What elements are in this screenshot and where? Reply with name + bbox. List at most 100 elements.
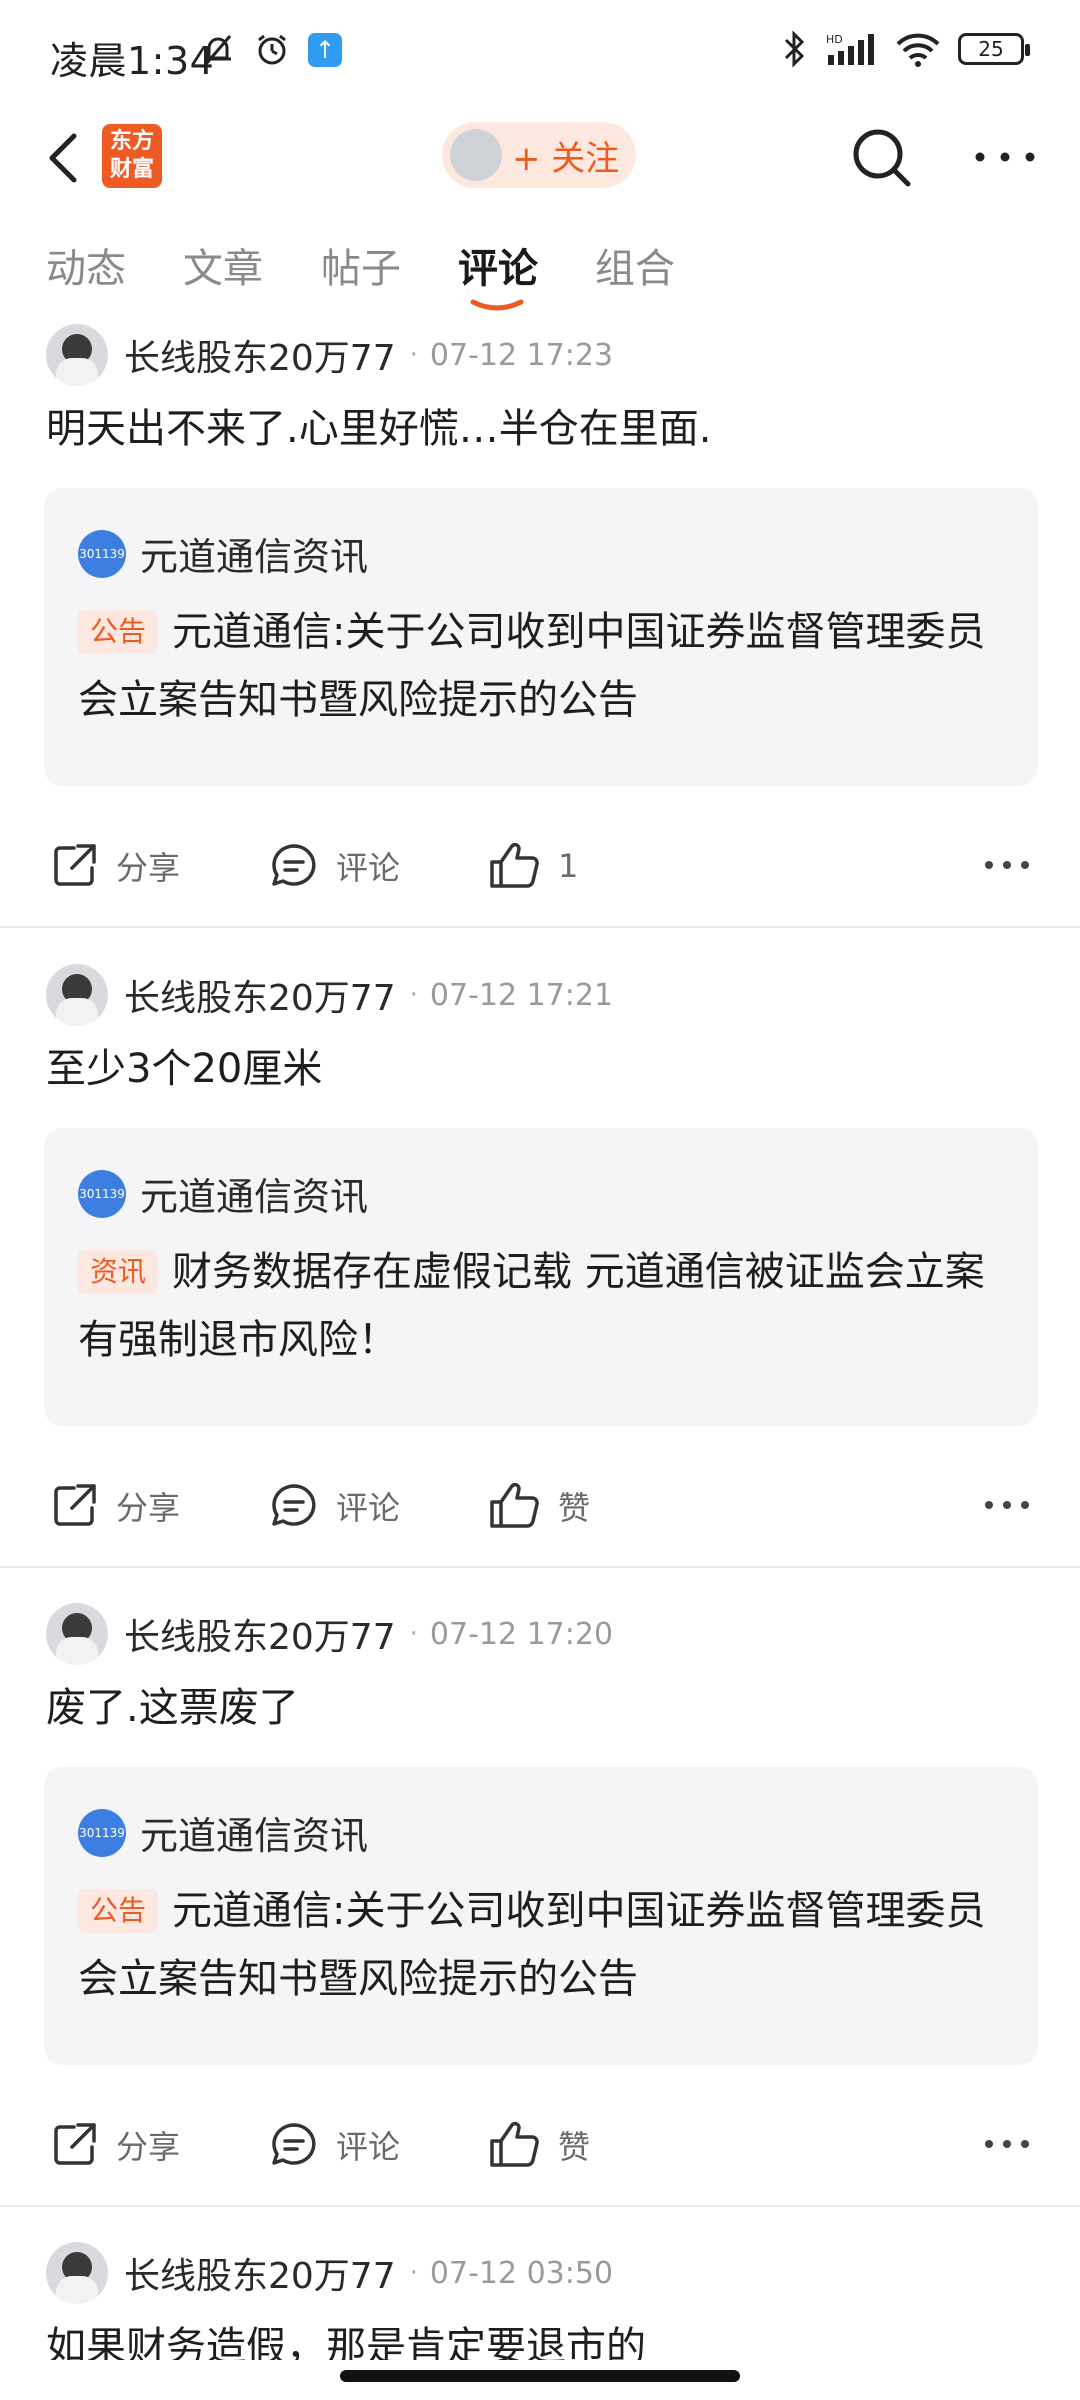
timestamp: 07-12 17:23 bbox=[429, 337, 614, 373]
username[interactable]: 长线股东20万77 bbox=[124, 329, 396, 381]
share-icon bbox=[54, 1484, 96, 1526]
comment-button[interactable]: 评论 bbox=[268, 2105, 400, 2185]
card-body: 公告 元道通信:关于公司收到中国证券监督管理委员会立案告知书暨风险提示的公告 bbox=[78, 598, 1018, 734]
comment-icon bbox=[272, 2123, 316, 2165]
post-text[interactable]: 至少3个20厘米 bbox=[46, 1042, 1036, 1096]
stock-code-badge: 301139 bbox=[78, 1808, 126, 1857]
top-bar: 东方 财富 + 关注 bbox=[0, 108, 1080, 204]
card-title: 财务数据存在虚假记载 元道通信被证监会立案 有强制退市风险！ bbox=[78, 1249, 985, 1363]
timestamp: 07-12 17:21 bbox=[429, 977, 614, 1013]
post-actions: 分享 评论 赞 bbox=[0, 2105, 1080, 2185]
share-icon bbox=[54, 844, 96, 886]
share-icon bbox=[54, 2123, 96, 2165]
like-button[interactable]: 赞 bbox=[488, 1466, 590, 1546]
post-header: 长线股东20万77 · 07-12 17:20 bbox=[46, 1601, 613, 1667]
meta-separator: · bbox=[409, 340, 418, 370]
more-options-icon[interactable] bbox=[970, 132, 1040, 182]
tab-posts[interactable]: 帖子 bbox=[321, 236, 401, 294]
avatar[interactable] bbox=[46, 1603, 108, 1665]
app-logo: 东方 财富 bbox=[102, 124, 162, 188]
share-label: 分享 bbox=[116, 1489, 181, 1527]
post-divider bbox=[0, 1566, 1080, 1568]
more-options-icon[interactable] bbox=[982, 2129, 1032, 2159]
thumbs-up-icon bbox=[490, 1482, 539, 1528]
comment-post: 长线股东20万77 · 07-12 17:21 至少3个20厘米 301139 … bbox=[0, 962, 1080, 1568]
meta-separator: · bbox=[409, 1619, 418, 1649]
post-text[interactable]: 废了.这票废了 bbox=[46, 1681, 1036, 1735]
stock-code-badge: 301139 bbox=[78, 1169, 126, 1218]
tab-comments[interactable]: 评论 bbox=[458, 236, 538, 294]
username[interactable]: 长线股东20万77 bbox=[124, 2247, 396, 2299]
svg-text:HD: HD bbox=[826, 33, 843, 46]
share-button[interactable]: 分享 bbox=[48, 1466, 180, 1546]
avatar[interactable] bbox=[46, 2242, 108, 2304]
more-options-icon[interactable] bbox=[982, 1490, 1032, 1520]
tab-articles[interactable]: 文章 bbox=[183, 236, 263, 294]
linked-news-card[interactable]: 301139 元道通信资讯 资讯 财务数据存在虚假记载 元道通信被证监会立案 有强… bbox=[44, 1128, 1038, 1426]
status-icons-left: ↑ bbox=[200, 32, 342, 68]
comment-post: 长线股东20万77 · 07-12 03:50 如果财务造假，那是肯定要退市的 bbox=[0, 2240, 1080, 2360]
username[interactable]: 长线股东20万77 bbox=[124, 1608, 396, 1660]
linked-news-card[interactable]: 301139 元道通信资讯 公告 元道通信:关于公司收到中国证券监督管理委员会立案… bbox=[44, 488, 1038, 786]
post-text[interactable]: 如果财务造假，那是肯定要退市的 bbox=[46, 2320, 1036, 2360]
like-count: 1 bbox=[558, 847, 579, 885]
signal-hd-icon: HD bbox=[826, 33, 874, 65]
announcement-tag: 公告 bbox=[78, 1889, 159, 1933]
source-name: 元道通信资讯 bbox=[140, 535, 369, 579]
post-divider bbox=[0, 2205, 1080, 2207]
card-source: 301139 元道通信资讯 bbox=[78, 1805, 368, 1860]
post-text[interactable]: 明天出不来了.心里好慌…半仓在里面. bbox=[46, 402, 1036, 456]
profile-tabs: 动态 文章 帖子 评论 组合 bbox=[0, 236, 1080, 316]
meta-separator: · bbox=[409, 980, 418, 1010]
source-name: 元道通信资讯 bbox=[140, 1175, 369, 1219]
mute-bell-icon bbox=[204, 35, 232, 65]
comment-post: 长线股东20万77 · 07-12 17:20 废了.这票废了 301139 元… bbox=[0, 1601, 1080, 2207]
username[interactable]: 长线股东20万77 bbox=[124, 969, 396, 1021]
avatar[interactable] bbox=[46, 964, 108, 1026]
post-divider bbox=[0, 926, 1080, 928]
follow-button[interactable]: + 关注 bbox=[442, 122, 636, 188]
comment-label: 评论 bbox=[336, 2128, 401, 2166]
post-header: 长线股东20万77 · 07-12 17:21 bbox=[46, 962, 613, 1028]
comment-button[interactable]: 评论 bbox=[268, 826, 400, 906]
comment-button[interactable]: 评论 bbox=[268, 1466, 400, 1546]
home-indicator[interactable] bbox=[340, 2370, 740, 2382]
battery-icon: 25 bbox=[958, 33, 1030, 65]
wifi-icon bbox=[896, 33, 940, 67]
share-button[interactable]: 分享 bbox=[48, 2105, 180, 2185]
share-button[interactable]: 分享 bbox=[48, 826, 180, 906]
upload-icon: ↑ bbox=[308, 33, 342, 67]
card-source: 301139 元道通信资讯 bbox=[78, 526, 368, 581]
comment-icon bbox=[272, 1484, 316, 1526]
back-arrow-icon[interactable] bbox=[40, 128, 90, 188]
bluetooth-icon bbox=[784, 30, 805, 68]
post-header: 长线股东20万77 · 07-12 03:50 bbox=[46, 2240, 613, 2306]
like-label: 赞 bbox=[558, 2128, 591, 2166]
tab-dynamics[interactable]: 动态 bbox=[46, 236, 126, 294]
like-button[interactable]: 赞 bbox=[488, 2105, 590, 2185]
search-icon[interactable] bbox=[850, 126, 912, 188]
follow-label: + 关注 bbox=[512, 138, 620, 179]
share-label: 分享 bbox=[116, 849, 181, 887]
card-source: 301139 元道通信资讯 bbox=[78, 1166, 368, 1221]
timestamp: 07-12 17:20 bbox=[429, 1616, 614, 1652]
timestamp: 07-12 03:50 bbox=[429, 2255, 614, 2291]
post-actions: 分享 评论 1 bbox=[0, 826, 1080, 906]
status-time: 凌晨1:34 bbox=[50, 39, 215, 83]
avatar[interactable] bbox=[46, 324, 108, 386]
card-body: 公告 元道通信:关于公司收到中国证券监督管理委员会立案告知书暨风险提示的公告 bbox=[78, 1877, 1018, 2013]
linked-news-card[interactable]: 301139 元道通信资讯 公告 元道通信:关于公司收到中国证券监督管理委员会立案… bbox=[44, 1767, 1038, 2065]
like-label: 赞 bbox=[558, 1489, 591, 1527]
meta-separator: · bbox=[409, 2258, 418, 2288]
status-icons-right: HD 25 bbox=[782, 30, 1030, 68]
card-title: 元道通信:关于公司收到中国证券监督管理委员会立案告知书暨风险提示的公告 bbox=[78, 609, 986, 723]
active-tab-indicator bbox=[470, 299, 524, 311]
tab-portfolio[interactable]: 组合 bbox=[595, 236, 675, 294]
more-options-icon[interactable] bbox=[982, 850, 1032, 880]
stock-code-badge: 301139 bbox=[78, 529, 126, 578]
source-name: 元道通信资讯 bbox=[140, 1814, 369, 1858]
card-body: 资讯 财务数据存在虚假记载 元道通信被证监会立案 有强制退市风险！ bbox=[78, 1238, 1018, 1374]
comment-label: 评论 bbox=[336, 849, 401, 887]
alarm-icon bbox=[258, 34, 286, 65]
like-button[interactable]: 1 bbox=[488, 826, 578, 906]
